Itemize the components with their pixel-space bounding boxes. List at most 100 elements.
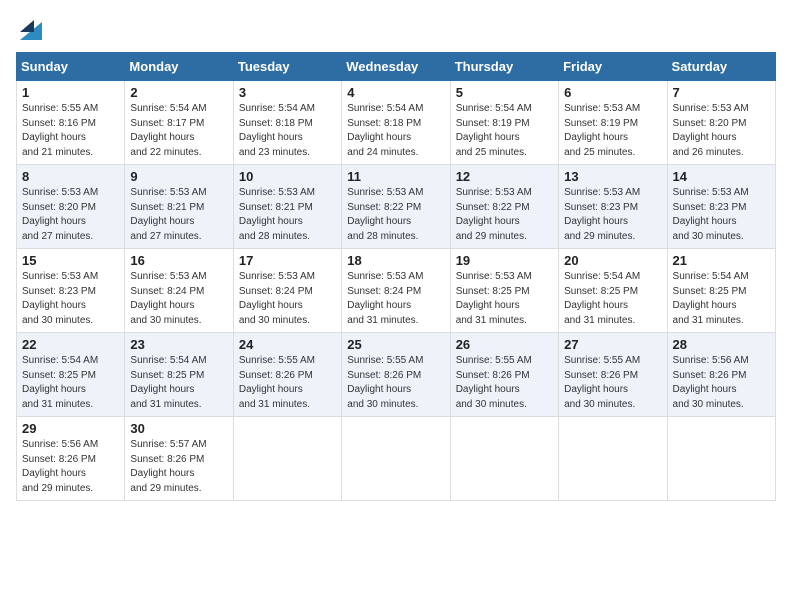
day-number: 11 bbox=[347, 169, 444, 184]
calendar-cell: 26 Sunrise: 5:55 AMSunset: 8:26 PMDayligh… bbox=[450, 333, 558, 417]
day-info: Sunrise: 5:53 AMSunset: 8:22 PMDaylight … bbox=[347, 187, 423, 242]
day-header-thursday: Thursday bbox=[450, 53, 558, 81]
calendar-cell: 5Sunrise: 5:54 AMSunset: 8:19 PMDaylight… bbox=[450, 81, 558, 165]
day-info: Sunrise: 5:53 AMSunset: 8:20 PMDaylight … bbox=[22, 187, 98, 242]
calendar-cell: 15 Sunrise: 5:53 AMSunset: 8:23 PMDayligh… bbox=[17, 249, 125, 333]
calendar-week-4: 22 Sunrise: 5:54 AMSunset: 8:25 PMDayligh… bbox=[17, 333, 776, 417]
day-info: Sunrise: 5:53 AMSunset: 8:23 PMDaylight … bbox=[22, 271, 98, 326]
day-header-friday: Friday bbox=[559, 53, 667, 81]
day-number: 15 bbox=[22, 253, 119, 268]
day-header-wednesday: Wednesday bbox=[342, 53, 450, 81]
day-info: Sunrise: 5:53 AMSunset: 8:24 PMDaylight … bbox=[239, 271, 315, 326]
day-info: Sunrise: 5:57 AMSunset: 8:26 PMDaylight … bbox=[130, 439, 206, 494]
calendar-week-3: 15 Sunrise: 5:53 AMSunset: 8:23 PMDayligh… bbox=[17, 249, 776, 333]
day-info: Sunrise: 5:53 AMSunset: 8:25 PMDaylight … bbox=[456, 271, 532, 326]
day-number: 2 bbox=[130, 85, 227, 100]
calendar-cell bbox=[450, 417, 558, 501]
day-info: Sunrise: 5:54 AMSunset: 8:17 PMDaylight … bbox=[130, 103, 206, 158]
day-info: Sunrise: 5:54 AMSunset: 8:25 PMDaylight … bbox=[673, 271, 749, 326]
day-info: Sunrise: 5:54 AMSunset: 8:18 PMDaylight … bbox=[347, 103, 423, 158]
day-header-monday: Monday bbox=[125, 53, 233, 81]
day-number: 12 bbox=[456, 169, 553, 184]
day-number: 25 bbox=[347, 337, 444, 352]
calendar-cell: 28 Sunrise: 5:56 AMSunset: 8:26 PMDayligh… bbox=[667, 333, 775, 417]
day-number: 28 bbox=[673, 337, 770, 352]
day-info: Sunrise: 5:55 AMSunset: 8:26 PMDaylight … bbox=[456, 355, 532, 410]
day-header-sunday: Sunday bbox=[17, 53, 125, 81]
day-number: 9 bbox=[130, 169, 227, 184]
day-info: Sunrise: 5:54 AMSunset: 8:19 PMDaylight … bbox=[456, 103, 532, 158]
calendar-cell: 20 Sunrise: 5:54 AMSunset: 8:25 PMDayligh… bbox=[559, 249, 667, 333]
calendar-cell: 6 Sunrise: 5:53 AMSunset: 8:19 PMDaylight… bbox=[559, 81, 667, 165]
day-number: 14 bbox=[673, 169, 770, 184]
day-number: 7 bbox=[673, 85, 770, 100]
calendar-week-1: 1Sunrise: 5:55 AMSunset: 8:16 PMDaylight… bbox=[17, 81, 776, 165]
day-number: 3 bbox=[239, 85, 336, 100]
calendar-cell bbox=[342, 417, 450, 501]
day-info: Sunrise: 5:56 AMSunset: 8:26 PMDaylight … bbox=[673, 355, 749, 410]
day-header-tuesday: Tuesday bbox=[233, 53, 341, 81]
calendar-cell: 29Sunrise: 5:56 AMSunset: 8:26 PMDayligh… bbox=[17, 417, 125, 501]
page-header bbox=[16, 16, 776, 42]
day-info: Sunrise: 5:53 AMSunset: 8:21 PMDaylight … bbox=[239, 187, 315, 242]
calendar-cell: 8 Sunrise: 5:53 AMSunset: 8:20 PMDaylight… bbox=[17, 165, 125, 249]
day-number: 6 bbox=[564, 85, 661, 100]
day-number: 20 bbox=[564, 253, 661, 268]
calendar-cell: 14 Sunrise: 5:53 AMSunset: 8:23 PMDayligh… bbox=[667, 165, 775, 249]
calendar-body: 1Sunrise: 5:55 AMSunset: 8:16 PMDaylight… bbox=[17, 81, 776, 501]
day-info: Sunrise: 5:54 AMSunset: 8:25 PMDaylight … bbox=[130, 355, 206, 410]
day-number: 21 bbox=[673, 253, 770, 268]
calendar-cell: 3 Sunrise: 5:54 AMSunset: 8:18 PMDaylight… bbox=[233, 81, 341, 165]
day-number: 8 bbox=[22, 169, 119, 184]
calendar-cell: 16 Sunrise: 5:53 AMSunset: 8:24 PMDayligh… bbox=[125, 249, 233, 333]
day-info: Sunrise: 5:53 AMSunset: 8:19 PMDaylight … bbox=[564, 103, 640, 158]
calendar-cell: 30Sunrise: 5:57 AMSunset: 8:26 PMDayligh… bbox=[125, 417, 233, 501]
calendar-header-row: SundayMondayTuesdayWednesdayThursdayFrid… bbox=[17, 53, 776, 81]
calendar-cell: 24Sunrise: 5:55 AMSunset: 8:26 PMDayligh… bbox=[233, 333, 341, 417]
day-info: Sunrise: 5:55 AMSunset: 8:26 PMDaylight … bbox=[564, 355, 640, 410]
day-number: 17 bbox=[239, 253, 336, 268]
calendar-cell bbox=[233, 417, 341, 501]
day-info: Sunrise: 5:53 AMSunset: 8:24 PMDaylight … bbox=[347, 271, 423, 326]
day-number: 10 bbox=[239, 169, 336, 184]
calendar-cell: 23 Sunrise: 5:54 AMSunset: 8:25 PMDayligh… bbox=[125, 333, 233, 417]
calendar-cell: 4 Sunrise: 5:54 AMSunset: 8:18 PMDaylight… bbox=[342, 81, 450, 165]
calendar-cell: 22Sunrise: 5:54 AMSunset: 8:25 PMDayligh… bbox=[17, 333, 125, 417]
calendar-cell: 10 Sunrise: 5:53 AMSunset: 8:21 PMDayligh… bbox=[233, 165, 341, 249]
day-number: 13 bbox=[564, 169, 661, 184]
day-info: Sunrise: 5:54 AMSunset: 8:18 PMDaylight … bbox=[239, 103, 315, 158]
day-info: Sunrise: 5:55 AMSunset: 8:26 PMDaylight … bbox=[347, 355, 423, 410]
day-info: Sunrise: 5:53 AMSunset: 8:22 PMDaylight … bbox=[456, 187, 532, 242]
day-info: Sunrise: 5:53 AMSunset: 8:24 PMDaylight … bbox=[130, 271, 206, 326]
calendar-cell: 7 Sunrise: 5:53 AMSunset: 8:20 PMDaylight… bbox=[667, 81, 775, 165]
calendar-table: SundayMondayTuesdayWednesdayThursdayFrid… bbox=[16, 52, 776, 501]
day-number: 4 bbox=[347, 85, 444, 100]
logo bbox=[16, 16, 42, 42]
calendar-cell: 9 Sunrise: 5:53 AMSunset: 8:21 PMDaylight… bbox=[125, 165, 233, 249]
logo-icon bbox=[20, 12, 42, 42]
calendar-cell: 2 Sunrise: 5:54 AMSunset: 8:17 PMDaylight… bbox=[125, 81, 233, 165]
day-info: Sunrise: 5:56 AMSunset: 8:26 PMDaylight … bbox=[22, 439, 98, 494]
day-number: 22 bbox=[22, 337, 119, 352]
day-info: Sunrise: 5:55 AMSunset: 8:26 PMDaylight … bbox=[239, 355, 315, 410]
day-number: 19 bbox=[456, 253, 553, 268]
day-number: 18 bbox=[347, 253, 444, 268]
day-number: 26 bbox=[456, 337, 553, 352]
day-info: Sunrise: 5:53 AMSunset: 8:20 PMDaylight … bbox=[673, 103, 749, 158]
day-info: Sunrise: 5:53 AMSunset: 8:21 PMDaylight … bbox=[130, 187, 206, 242]
calendar-cell bbox=[559, 417, 667, 501]
calendar-cell: 1Sunrise: 5:55 AMSunset: 8:16 PMDaylight… bbox=[17, 81, 125, 165]
calendar-cell: 12 Sunrise: 5:53 AMSunset: 8:22 PMDayligh… bbox=[450, 165, 558, 249]
calendar-week-2: 8 Sunrise: 5:53 AMSunset: 8:20 PMDaylight… bbox=[17, 165, 776, 249]
day-number: 23 bbox=[130, 337, 227, 352]
day-number: 27 bbox=[564, 337, 661, 352]
calendar-week-5: 29Sunrise: 5:56 AMSunset: 8:26 PMDayligh… bbox=[17, 417, 776, 501]
day-info: Sunrise: 5:53 AMSunset: 8:23 PMDaylight … bbox=[673, 187, 749, 242]
calendar-cell: 18 Sunrise: 5:53 AMSunset: 8:24 PMDayligh… bbox=[342, 249, 450, 333]
day-number: 16 bbox=[130, 253, 227, 268]
calendar-cell: 21 Sunrise: 5:54 AMSunset: 8:25 PMDayligh… bbox=[667, 249, 775, 333]
calendar-cell: 11 Sunrise: 5:53 AMSunset: 8:22 PMDayligh… bbox=[342, 165, 450, 249]
calendar-cell: 27 Sunrise: 5:55 AMSunset: 8:26 PMDayligh… bbox=[559, 333, 667, 417]
day-info: Sunrise: 5:54 AMSunset: 8:25 PMDaylight … bbox=[564, 271, 640, 326]
day-number: 1 bbox=[22, 85, 119, 100]
